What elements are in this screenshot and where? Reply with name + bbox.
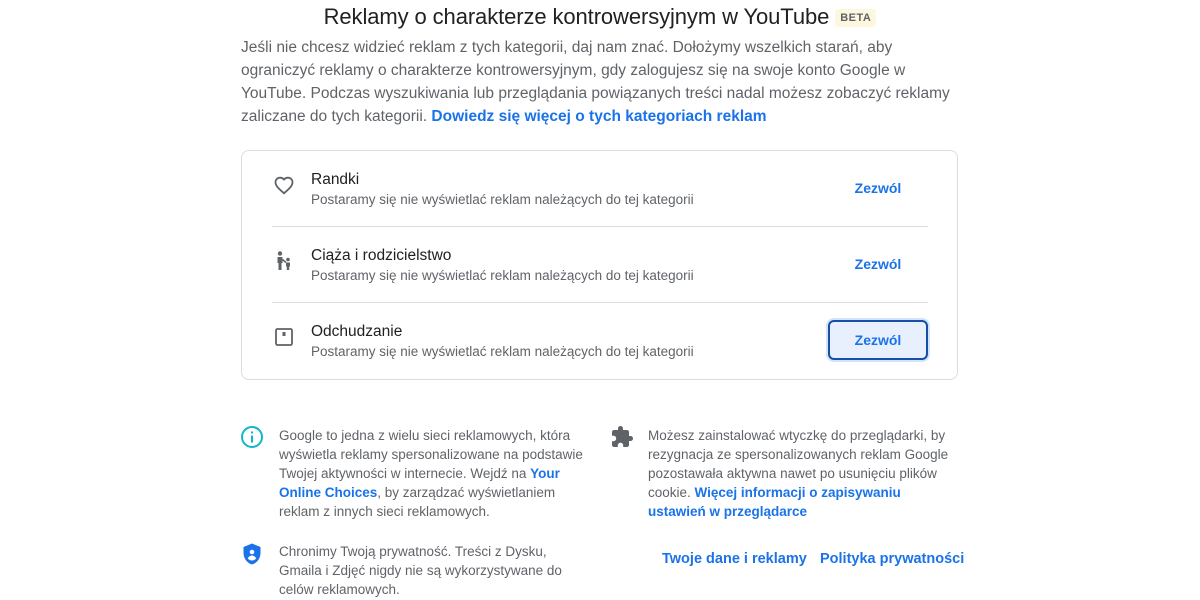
categories-card: Randki Postaramy się nie wyświetlać rekl… bbox=[241, 150, 958, 380]
allow-parenting-button[interactable]: Zezwól bbox=[828, 245, 928, 283]
puzzle-icon bbox=[610, 425, 634, 449]
category-title: Randki bbox=[311, 171, 360, 188]
your-data-in-ads-link[interactable]: Twoje dane i reklamy bbox=[662, 551, 807, 567]
info-icon bbox=[240, 425, 264, 449]
page-title: Reklamy o charakterze kontrowersyjnym w … bbox=[323, 4, 830, 29]
privacy-policy-link[interactable]: Polityka prywatności bbox=[820, 551, 964, 567]
heart-icon bbox=[272, 173, 296, 197]
beta-badge: BETA bbox=[835, 9, 877, 27]
intro-paragraph: Jeśli nie chcesz widzieć reklam z tych k… bbox=[241, 36, 961, 128]
family-icon bbox=[272, 249, 296, 273]
category-description: Postaramy się nie wyświetlać reklam nale… bbox=[311, 268, 694, 283]
allow-dating-button[interactable]: Zezwól bbox=[828, 169, 928, 207]
category-row-weight-loss: Odchudzanie Postaramy się nie wyświetlać… bbox=[272, 303, 928, 379]
category-row-parenting: Ciąża i rodzicielstwo Postaramy się nie … bbox=[272, 227, 928, 303]
category-description: Postaramy się nie wyświetlać reklam nale… bbox=[311, 344, 694, 359]
category-title: Odchudzanie bbox=[311, 323, 403, 340]
category-description: Postaramy się nie wyświetlać reklam nale… bbox=[311, 192, 694, 207]
ad-networks-info: Google to jedna z wielu sieci reklamowyc… bbox=[279, 426, 599, 521]
category-title: Ciąża i rodzicielstwo bbox=[311, 247, 452, 264]
allow-weight-loss-button[interactable]: Zezwól bbox=[828, 320, 928, 360]
browser-extension-info: Możesz zainstalować wtyczkę do przegląda… bbox=[648, 426, 958, 521]
scale-icon bbox=[272, 325, 296, 349]
page-header: Reklamy o charakterze kontrowersyjnym w … bbox=[0, 4, 1200, 30]
category-row-dating: Randki Postaramy się nie wyświetlać rekl… bbox=[272, 151, 928, 227]
shield-icon bbox=[240, 542, 264, 566]
learn-more-categories-link[interactable]: Dowiedz się więcej o tych kategoriach re… bbox=[431, 108, 766, 125]
privacy-info: Chronimy Twoją prywatność. Treści z Dysk… bbox=[279, 544, 562, 597]
